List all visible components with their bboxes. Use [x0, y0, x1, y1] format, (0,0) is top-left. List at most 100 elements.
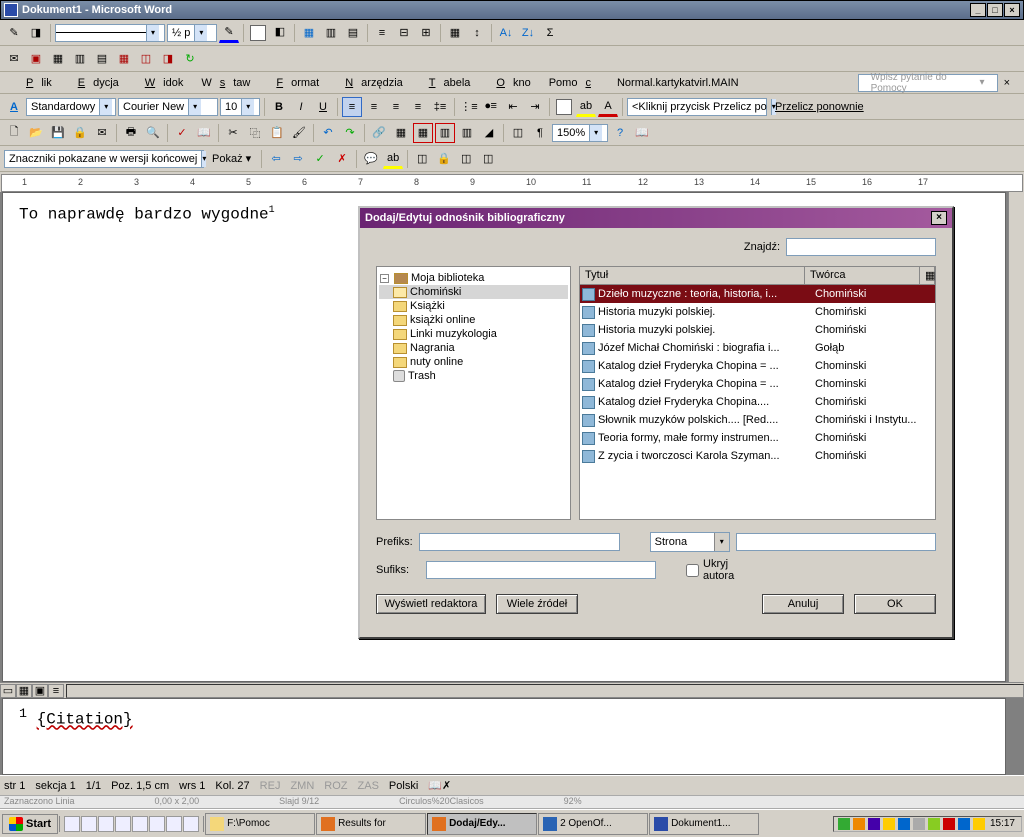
list-row[interactable]: Katalog dzieł Fryderyka Chopina = ...Cho…: [580, 375, 935, 393]
col-title[interactable]: Tytuł: [580, 267, 805, 284]
refresh-icon[interactable]: ↻: [180, 49, 200, 69]
italic-button[interactable]: I: [291, 97, 311, 117]
icon-c[interactable]: ▦: [114, 49, 134, 69]
text-dir-icon[interactable]: ↕: [467, 23, 487, 43]
underline-button[interactable]: U: [313, 97, 333, 117]
excel-icon[interactable]: ▥: [435, 123, 455, 143]
tray-icon[interactable]: [973, 818, 985, 830]
paste-icon[interactable]: 📋: [267, 123, 287, 143]
accept-icon[interactable]: ✓: [310, 149, 330, 169]
docmap-icon[interactable]: ◫: [508, 123, 528, 143]
insert-table2-icon[interactable]: ▦: [413, 123, 433, 143]
line-spacing-button[interactable]: ‡≡: [430, 97, 450, 117]
view-normal-icon[interactable]: ▭: [0, 684, 16, 698]
new-icon[interactable]: 🗋: [4, 123, 24, 143]
style-combo[interactable]: Standardowy▾: [26, 98, 116, 116]
menu-help[interactable]: Pomoc: [541, 75, 607, 91]
tray-icon[interactable]: [853, 818, 865, 830]
reviewers-icon[interactable]: ◫: [478, 149, 498, 169]
drawing-icon[interactable]: ◢: [479, 123, 499, 143]
start-button[interactable]: Start: [2, 814, 58, 834]
tray-icon[interactable]: [913, 818, 925, 830]
list-row[interactable]: Historia muzyki polskiej.Chomiński: [580, 321, 935, 339]
tray-icon[interactable]: [943, 818, 955, 830]
multi-sources-button[interactable]: Wiele źródeł: [496, 594, 578, 614]
bullets-button[interactable]: ⦁≡: [481, 97, 501, 117]
ql-icon[interactable]: [115, 816, 131, 832]
col-creator[interactable]: Twórca: [805, 267, 920, 284]
hide-author-checkbox[interactable]: Ukryj autora: [686, 558, 736, 582]
tree-item[interactable]: Chomiński: [379, 285, 568, 299]
autoformat-icon[interactable]: ▦: [445, 23, 465, 43]
borders-button[interactable]: [554, 97, 574, 117]
numbering-button[interactable]: ⋮≡: [459, 97, 479, 117]
tree-item[interactable]: Książki: [379, 299, 568, 313]
minimize-button[interactable]: _: [970, 3, 986, 17]
taskbar-task[interactable]: Dodaj/Edy...: [427, 813, 537, 835]
tray-icon[interactable]: [958, 818, 970, 830]
read-icon[interactable]: 📖: [632, 123, 652, 143]
taskbar-task[interactable]: 2 OpenOf...: [538, 813, 648, 835]
tables-borders-icon[interactable]: ▦: [391, 123, 411, 143]
menu-format[interactable]: Format: [260, 75, 327, 91]
locator-input[interactable]: [736, 533, 936, 551]
tree-item[interactable]: nuty online: [379, 355, 568, 369]
research-icon[interactable]: 📖: [194, 123, 214, 143]
list-row[interactable]: Józef Michał Chomiński : biografia i...G…: [580, 339, 935, 357]
suffix-input[interactable]: [426, 561, 656, 579]
size-combo[interactable]: 10▾: [220, 98, 260, 116]
icon-e[interactable]: ◨: [158, 49, 178, 69]
taskbar-task[interactable]: Dokument1...: [649, 813, 759, 835]
insert-table-icon[interactable]: ▦: [299, 23, 319, 43]
contacts-icon[interactable]: ▣: [26, 49, 46, 69]
menu-window[interactable]: Okno: [480, 75, 538, 91]
icon-d[interactable]: ◫: [136, 49, 156, 69]
highlight2-icon[interactable]: ab: [383, 149, 403, 169]
recalc-hint[interactable]: <Kliknij przycisk Przelicz po▾: [627, 98, 767, 116]
reject-icon[interactable]: ✗: [332, 149, 352, 169]
clock[interactable]: 15:17: [988, 818, 1017, 829]
markup-mode-combo[interactable]: Znaczniki pokazane w wersji końcowej▾: [4, 150, 204, 168]
fill-icon[interactable]: ◧: [270, 23, 290, 43]
list-row[interactable]: Katalog dzieł Fryderyka Chopina = ...Cho…: [580, 357, 935, 375]
close-button[interactable]: ×: [1004, 3, 1020, 17]
taskbar-task[interactable]: F:\Pomoc: [205, 813, 315, 835]
tray-icon[interactable]: [898, 818, 910, 830]
bold-button[interactable]: B: [269, 97, 289, 117]
open-icon[interactable]: 📂: [26, 123, 46, 143]
line-weight-combo[interactable]: ½ p▾: [167, 24, 217, 42]
list-row[interactable]: Teoria formy, małe formy instrumen...Cho…: [580, 429, 935, 447]
menu-edit[interactable]: Edycja: [62, 75, 127, 91]
copy-icon[interactable]: ⿻: [245, 123, 265, 143]
envelope-icon[interactable]: ✉: [4, 49, 24, 69]
tree-item[interactable]: Linki muzykologia: [379, 327, 568, 341]
tray-icon[interactable]: [928, 818, 940, 830]
link-icon[interactable]: 🔗: [369, 123, 389, 143]
mail-icon[interactable]: ✉: [92, 123, 112, 143]
view-web-icon[interactable]: ▦: [16, 684, 32, 698]
find-input[interactable]: [786, 238, 936, 256]
align-center-button[interactable]: ≡: [364, 97, 384, 117]
menu-view[interactable]: Widok: [129, 75, 192, 91]
dist-cols-icon[interactable]: ⊞: [416, 23, 436, 43]
spell-icon[interactable]: ✓: [172, 123, 192, 143]
menu-table[interactable]: Tabela: [413, 75, 479, 91]
tray-icon[interactable]: [868, 818, 880, 830]
prefix-input[interactable]: [419, 533, 619, 551]
tray-icon[interactable]: [883, 818, 895, 830]
pen-color-icon[interactable]: ✎: [219, 23, 239, 43]
vertical-scrollbar[interactable]: [1008, 192, 1024, 682]
list-row[interactable]: Katalog dzieł Fryderyka Chopina....Chomi…: [580, 393, 935, 411]
view-outline-icon[interactable]: ≡: [48, 684, 64, 698]
recalc-button[interactable]: Przelicz ponownie: [769, 101, 870, 113]
format-painter-icon[interactable]: 🖌: [289, 123, 309, 143]
eraser-icon[interactable]: ◨: [26, 23, 46, 43]
line-style-combo[interactable]: ▾: [55, 24, 165, 42]
zoom-combo[interactable]: 150%▾: [552, 124, 608, 142]
balloon-icon[interactable]: ◫: [456, 149, 476, 169]
undo-icon[interactable]: ↶: [318, 123, 338, 143]
locator-type-select[interactable]: Strona▾: [650, 532, 730, 552]
tree-root[interactable]: −Moja biblioteka: [379, 271, 568, 285]
ql-icon[interactable]: [132, 816, 148, 832]
library-tree[interactable]: −Moja biblioteka ChomińskiKsiążkiksiążki…: [376, 266, 571, 520]
